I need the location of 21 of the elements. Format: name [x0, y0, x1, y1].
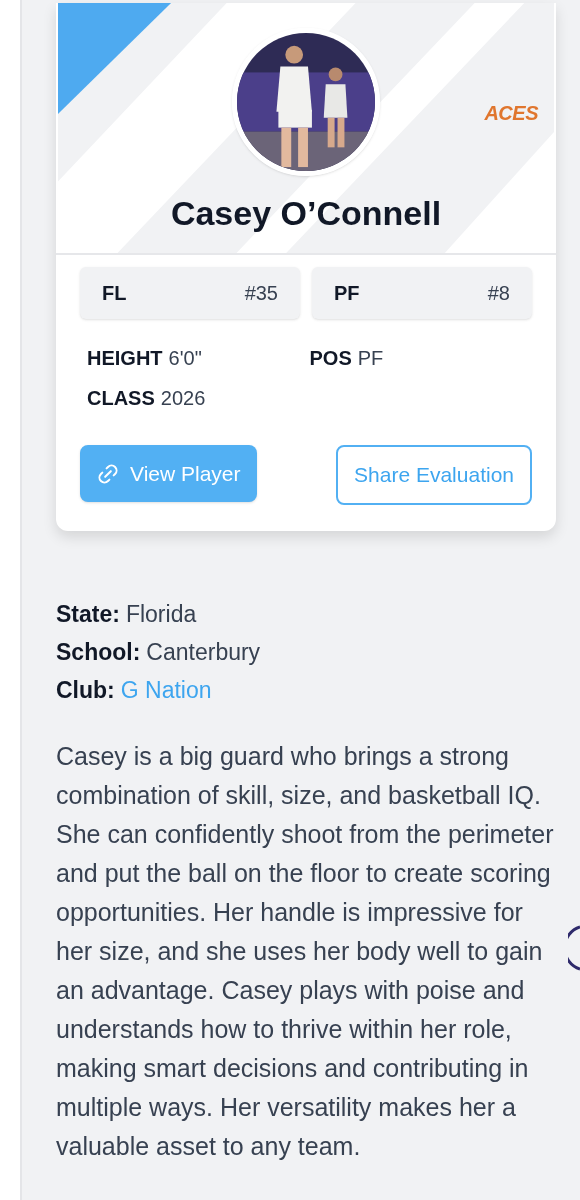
view-player-button[interactable]: View Player [80, 445, 257, 502]
badge-label: FL [102, 281, 127, 306]
stat-value: 2026 [160, 386, 206, 411]
team-logo: ACES [484, 101, 538, 126]
detail-value: Canterbury [146, 638, 261, 667]
detail-label: State: [56, 600, 120, 629]
stat-value: PF [357, 346, 384, 371]
detail-label: School: [56, 638, 141, 667]
stat-label: CLASS [87, 386, 155, 411]
stat-value: 6'0" [168, 346, 202, 371]
detail-value: Florida [125, 600, 197, 629]
stat-label: HEIGHT [87, 346, 163, 371]
stat-label: POS [309, 346, 352, 371]
badge-number: #8 [487, 281, 510, 306]
player-bio: Casey is a big guard who brings a strong combination of skill, size, and basketball IQ. She can confidently shoot from the perimeter and put the ball on the floor to create scoring opportunities. Her handle is impressive for her size, and she uses her body well to gain an advantage. Casey plays with poise and understands how to thrive within her role, making smart decisions and contributing in multiple ways. Her versatility makes her a valuable asset to any team. [56, 741, 555, 1162]
detail-label: Club: [56, 676, 115, 705]
player-name: Casey O’Connell [170, 193, 442, 234]
club-link[interactable]: G Nation [120, 673, 212, 707]
badge-label: PF [334, 281, 360, 306]
badge-number: #35 [244, 281, 278, 306]
share-evaluation-button[interactable]: Share Evaluation [336, 445, 532, 505]
